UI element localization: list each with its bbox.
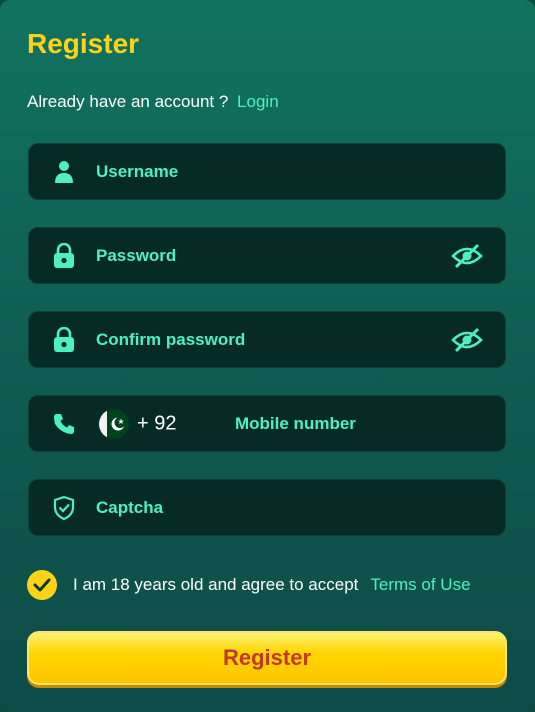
- login-link[interactable]: Login: [237, 92, 279, 111]
- country-code[interactable]: + 92: [137, 412, 176, 435]
- register-button[interactable]: Register: [27, 631, 507, 685]
- mobile-number-placeholder: Mobile number: [235, 413, 356, 433]
- agreement-row: I am 18 years old and agree to accept Te…: [27, 570, 471, 600]
- shield-check-icon: [51, 495, 77, 521]
- phone-icon: [51, 411, 77, 437]
- confirm-password-field[interactable]: Confirm password: [28, 311, 506, 368]
- login-prompt-text: Already have an account ?: [27, 92, 229, 111]
- agreement-checkbox[interactable]: [27, 570, 57, 600]
- lock-icon: [51, 326, 77, 353]
- lock-icon: [51, 242, 77, 269]
- user-icon: [51, 159, 77, 185]
- eye-off-icon[interactable]: [451, 326, 483, 354]
- mobile-field[interactable]: + 92 Mobile number: [28, 395, 506, 452]
- username-placeholder: Username: [96, 161, 179, 181]
- page-title: Register: [27, 28, 140, 59]
- username-field[interactable]: Username: [28, 143, 506, 200]
- eye-off-icon[interactable]: [451, 242, 483, 270]
- confirm-password-placeholder: Confirm password: [96, 329, 246, 349]
- checkmark-icon: [33, 578, 51, 592]
- agreement-text: I am 18 years old and agree to accept: [73, 575, 359, 594]
- pakistan-flag-icon[interactable]: [99, 408, 129, 439]
- password-field[interactable]: Password: [28, 227, 506, 284]
- terms-of-use-link[interactable]: Terms of Use: [370, 575, 470, 595]
- register-panel: Register Already have an account ? Login…: [0, 0, 535, 712]
- login-prompt: Already have an account ? Login: [27, 92, 279, 112]
- captcha-placeholder: Captcha: [96, 497, 164, 517]
- password-placeholder: Password: [96, 245, 177, 265]
- captcha-field[interactable]: Captcha: [28, 479, 506, 536]
